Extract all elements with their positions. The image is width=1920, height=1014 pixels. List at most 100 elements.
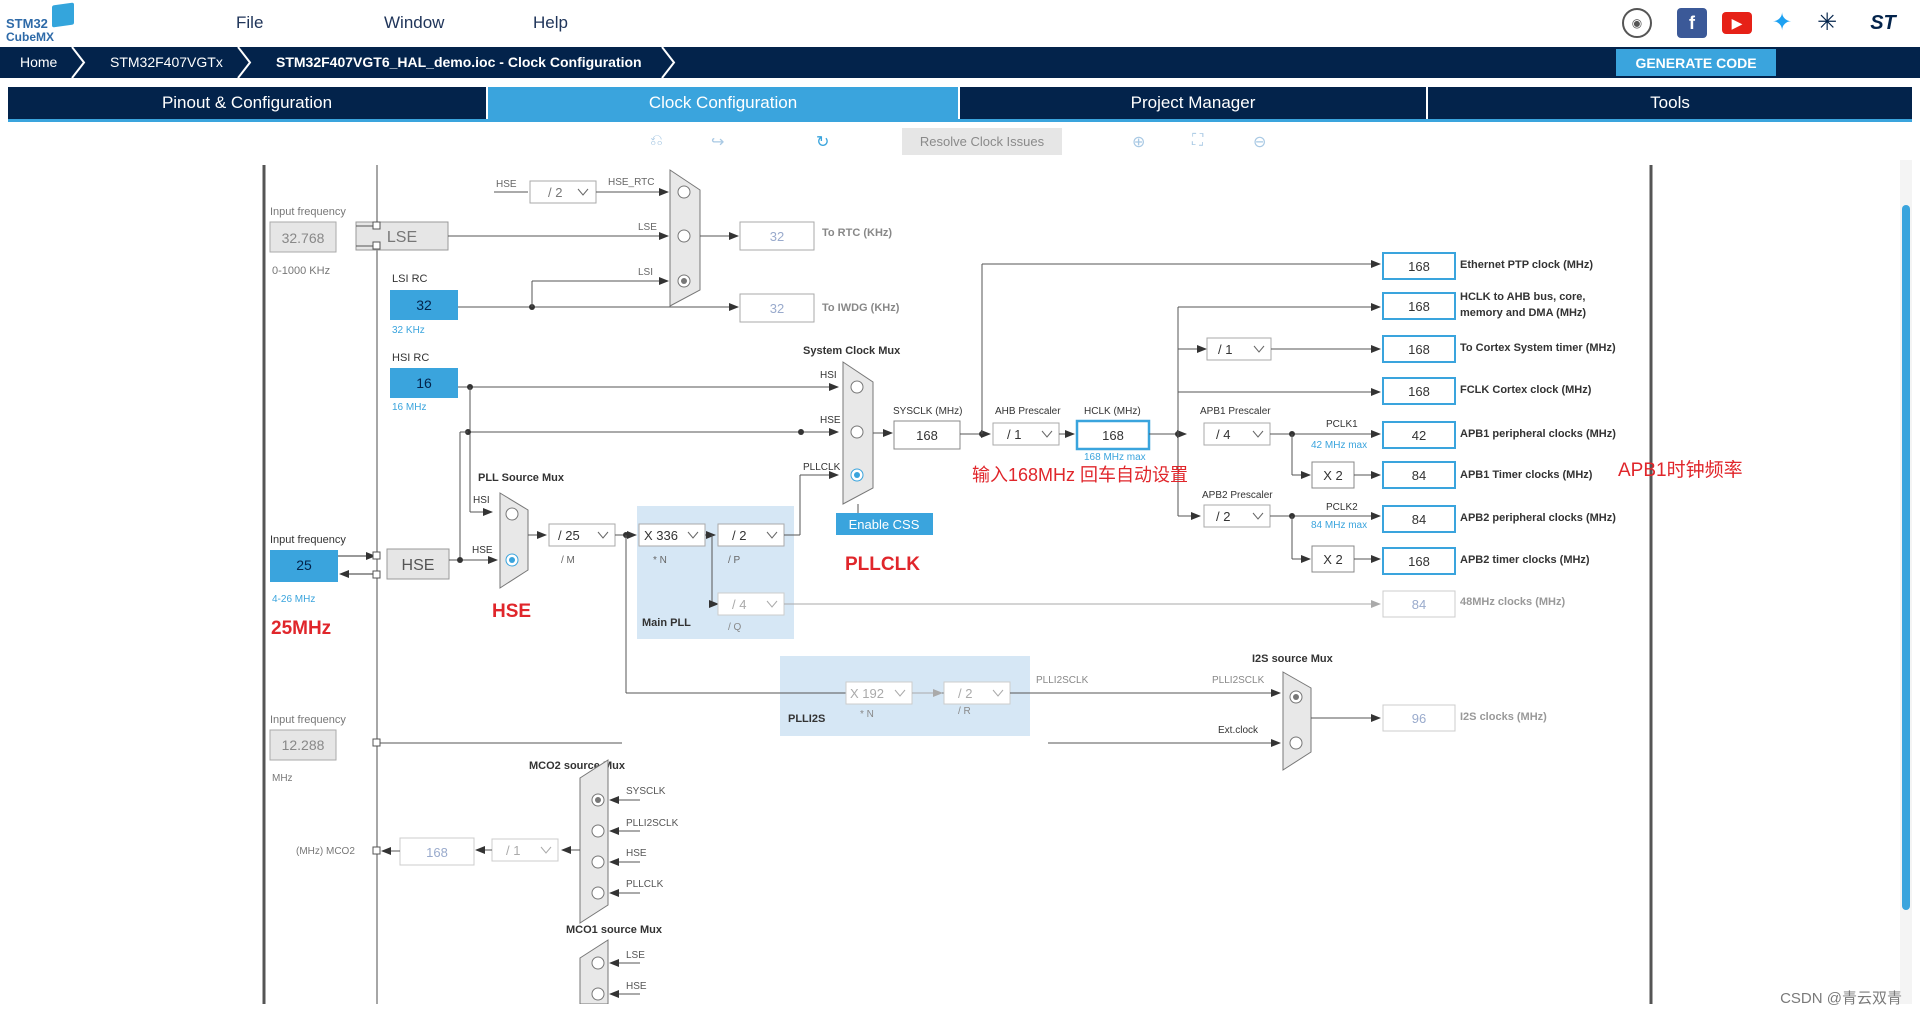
- cortex-timer-value: 168: [1408, 342, 1430, 357]
- cortex-timer-divider-value: / 1: [1218, 342, 1232, 357]
- i2s-mux-plli2sclk-label: PLLI2SCLK: [1212, 675, 1265, 686]
- mco2-label: (MHz) MCO2: [296, 846, 355, 857]
- lse-input-label: Input frequency: [270, 206, 346, 218]
- rtc-mux-option-lse[interactable]: [677, 229, 691, 243]
- tab-clock-configuration[interactable]: Clock Configuration: [488, 87, 958, 119]
- hse-range: 4-26 MHz: [272, 594, 315, 605]
- apb2-prescaler-label: APB2 Prescaler: [1202, 490, 1273, 501]
- plli2s-label: PLLI2S: [788, 713, 825, 725]
- lsi-rc-unit: 32 KHz: [392, 325, 425, 336]
- sysclk-value: 168: [916, 428, 938, 443]
- system-clock-mux-label: System Clock Mux: [803, 345, 901, 357]
- mco1-option-lse[interactable]: [591, 956, 605, 970]
- apb2-peripheral-value: 84: [1412, 512, 1426, 527]
- mco2-option-label: SYSCLK: [626, 786, 666, 797]
- menu-window[interactable]: Window: [384, 13, 444, 33]
- facebook-icon[interactable]: f: [1677, 8, 1707, 38]
- mco1-option-hse[interactable]: [591, 987, 605, 1001]
- pll-source-mux-label: PLL Source Mux: [478, 472, 565, 484]
- pll-m-label: / M: [561, 555, 575, 566]
- stm32cubemx-logo: STM32 CubeMX: [6, 2, 78, 44]
- sys-mux-pllclk-label: PLLCLK: [803, 462, 841, 473]
- hclk-label: HCLK (MHz): [1084, 406, 1141, 417]
- pll-p-label: / P: [728, 555, 741, 566]
- apb2-timer-label: APB2 timer clocks (MHz): [1460, 554, 1590, 566]
- breadcrumb-project[interactable]: STM32F407VGT6_HAL_demo.ioc - Clock Confi…: [276, 47, 642, 78]
- zoom-in-icon[interactable]: ⊕: [1132, 132, 1145, 152]
- rtc-mux-lsi-label: LSI: [638, 267, 653, 278]
- lsi-rc-value: 32: [416, 297, 432, 313]
- network-icon[interactable]: ✳: [1812, 8, 1842, 38]
- lse-input-value: 32.768: [282, 230, 325, 246]
- cube-icon: [52, 2, 74, 28]
- menu-help[interactable]: Help: [533, 13, 568, 33]
- sys-mux-option-hse[interactable]: [850, 425, 864, 439]
- apb1-prescaler-value: / 4: [1216, 427, 1230, 442]
- ahb-prescaler-value: / 1: [1007, 427, 1021, 442]
- redo-icon[interactable]: ↪: [711, 132, 724, 152]
- enable-css-label: Enable CSS: [849, 517, 920, 532]
- ahb-prescaler-label: AHB Prescaler: [995, 406, 1061, 417]
- rtc-mux-option-hse[interactable]: [677, 185, 691, 199]
- tab-tools[interactable]: Tools: [1428, 87, 1912, 119]
- annotation-apb1-frequency: APB1时钟频率: [1618, 459, 1743, 481]
- pclk1-max: 42 MHz max: [1311, 440, 1367, 451]
- mco2-source-mux: [579, 759, 609, 924]
- annotation-input-168mhz: 输入168MHz 回车自动设置: [972, 465, 1188, 485]
- pll-n-value: X 336: [644, 528, 678, 543]
- breadcrumb-mcu[interactable]: STM32F407VGTx: [110, 47, 223, 78]
- scrollbar-thumb[interactable]: [1902, 205, 1910, 910]
- lse-range: 0-1000 KHz: [272, 265, 330, 277]
- undo-icon[interactable]: ⎌: [650, 132, 663, 150]
- tab-project-manager[interactable]: Project Manager: [960, 87, 1426, 119]
- fit-screen-icon[interactable]: ⛶: [1192, 132, 1203, 150]
- pclk2-max: 84 MHz max: [1311, 520, 1367, 531]
- mco2-option-pllclk[interactable]: [591, 886, 605, 900]
- hclk-max: 168 MHz max: [1084, 452, 1146, 463]
- breadcrumb-home[interactable]: Home: [20, 47, 57, 78]
- anniversary-icon[interactable]: ◉: [1622, 8, 1652, 38]
- apb1-peripheral-label: APB1 peripheral clocks (MHz): [1460, 428, 1616, 440]
- pll-source-mux: [499, 492, 529, 589]
- i2s-clock-label: I2S clocks (MHz): [1460, 711, 1547, 723]
- i2s-input-value: 12.288: [282, 737, 325, 753]
- clock-tree-diagram: Input frequency 32.768 0-1000 KHz LSE LS…: [262, 165, 1743, 1004]
- mco2-output-value: 168: [426, 845, 448, 860]
- plli2s-r-label: / R: [958, 706, 971, 717]
- generate-code-button[interactable]: GENERATE CODE: [1616, 49, 1776, 76]
- apb1-timer-multiplier-value: X 2: [1323, 468, 1343, 483]
- pll-q-label: / Q: [728, 622, 742, 633]
- youtube-icon[interactable]: ▶: [1722, 12, 1752, 34]
- logo-text-bottom: CubeMX: [6, 30, 54, 44]
- pclk2-label: PCLK2: [1326, 502, 1358, 513]
- resolve-clock-issues-button[interactable]: Resolve Clock Issues: [902, 128, 1062, 155]
- main-pll-label: Main PLL: [642, 617, 691, 629]
- sys-mux-option-hsi[interactable]: [850, 380, 864, 394]
- menu-file[interactable]: File: [236, 13, 263, 33]
- i2s-mux-option-ext[interactable]: [1289, 736, 1303, 750]
- annotation-pllclk: PLLCLK: [845, 554, 920, 575]
- hse-label: HSE: [402, 557, 435, 574]
- tab-pinout[interactable]: Pinout & Configuration: [8, 87, 486, 119]
- i2s-source-mux-label: I2S source Mux: [1252, 653, 1334, 665]
- pll-mux-hse-label: HSE: [472, 545, 493, 556]
- clock-48mhz-value: 84: [1412, 597, 1426, 612]
- sys-mux-hsi-label: HSI: [820, 370, 837, 381]
- apb1-timer-label: APB1 Timer clocks (MHz): [1460, 469, 1593, 481]
- apb1-peripheral-value: 42: [1412, 428, 1426, 443]
- twitter-icon[interactable]: ✦: [1767, 8, 1797, 38]
- mco2-option-plli2sclk[interactable]: [591, 824, 605, 838]
- st-logo-icon[interactable]: ST: [1857, 8, 1909, 38]
- pll-mux-option-hsi[interactable]: [505, 507, 519, 521]
- rtc-output-value: 32: [770, 229, 784, 244]
- annotation-25mhz: 25MHz: [271, 618, 331, 639]
- mco2-option-hse[interactable]: [591, 855, 605, 869]
- breadcrumb-chevron-icon: [71, 47, 86, 78]
- watermark: CSDN @青云双青: [1780, 990, 1902, 1007]
- reset-icon[interactable]: ↻: [816, 132, 829, 152]
- mco2-source-mux-label: MCO2 source Mux: [529, 760, 626, 772]
- zoom-out-icon[interactable]: ⊖: [1253, 132, 1266, 152]
- pclk1-label: PCLK1: [1326, 419, 1358, 430]
- apb2-prescaler-value: / 2: [1216, 509, 1230, 524]
- sysclk-label: SYSCLK (MHz): [893, 406, 962, 417]
